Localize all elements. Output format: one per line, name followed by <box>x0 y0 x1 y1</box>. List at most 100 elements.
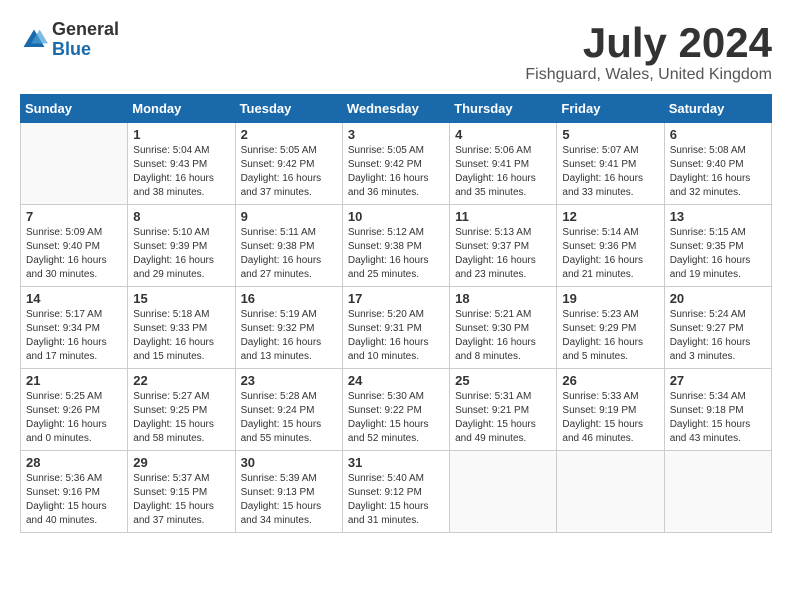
calendar-cell: 26Sunrise: 5:33 AM Sunset: 9:19 PM Dayli… <box>557 369 664 451</box>
day-number: 30 <box>241 455 337 470</box>
day-number: 22 <box>133 373 229 388</box>
weekday-header-row: SundayMondayTuesdayWednesdayThursdayFrid… <box>21 95 772 123</box>
logo-icon <box>20 26 48 54</box>
day-info: Sunrise: 5:14 AM Sunset: 9:36 PM Dayligh… <box>562 226 658 282</box>
day-info: Sunrise: 5:25 AM Sunset: 9:26 PM Dayligh… <box>26 390 122 446</box>
day-number: 14 <box>26 291 122 306</box>
calendar-cell: 16Sunrise: 5:19 AM Sunset: 9:32 PM Dayli… <box>235 287 342 369</box>
calendar-cell: 14 Sunrise: 5:17 AM Sunset: 9:34 PM Dayli… <box>21 287 128 369</box>
day-info: Sunrise: 5:10 AM Sunset: 9:39 PM Dayligh… <box>133 226 229 282</box>
day-info: Sunrise: 5:15 AM Sunset: 9:35 PM Dayligh… <box>670 226 766 282</box>
weekday-header-thursday: Thursday <box>450 95 557 123</box>
calendar: SundayMondayTuesdayWednesdayThursdayFrid… <box>20 94 772 533</box>
day-number: 26 <box>562 373 658 388</box>
calendar-cell: 20 Sunrise: 5:24 AM Sunset: 9:27 PM Dayli… <box>664 287 771 369</box>
day-number: 24 <box>348 373 444 388</box>
day-number: 8 <box>133 209 229 224</box>
day-info: Sunrise: 5:08 AM Sunset: 9:40 PM Dayligh… <box>670 144 766 200</box>
calendar-cell: 4Sunrise: 5:06 AM Sunset: 9:41 PM Daylig… <box>450 123 557 205</box>
month-title: July 2024 <box>525 20 772 66</box>
calendar-cell: 23 Sunrise: 5:28 AM Sunset: 9:24 PM Dayli… <box>235 369 342 451</box>
day-number: 17 <box>348 291 444 306</box>
calendar-cell: 12 Sunrise: 5:14 AM Sunset: 9:36 PM Dayli… <box>557 205 664 287</box>
day-number: 9 <box>241 209 337 224</box>
weekday-header-tuesday: Tuesday <box>235 95 342 123</box>
calendar-cell: 2 Sunrise: 5:05 AM Sunset: 9:42 PM Daylig… <box>235 123 342 205</box>
logo-text: General Blue <box>52 20 119 60</box>
week-row-5: 28Sunrise: 5:36 AM Sunset: 9:16 PM Dayli… <box>21 451 772 533</box>
day-info: Sunrise: 5:23 AM Sunset: 9:29 PM Dayligh… <box>562 308 658 364</box>
day-number: 19 <box>562 291 658 306</box>
calendar-cell: 19 Sunrise: 5:23 AM Sunset: 9:29 PM Dayli… <box>557 287 664 369</box>
day-number: 7 <box>26 209 122 224</box>
title-block: July 2024 Fishguard, Wales, United Kingd… <box>525 20 772 84</box>
calendar-cell: 17 Sunrise: 5:20 AM Sunset: 9:31 PM Dayli… <box>342 287 449 369</box>
day-number: 4 <box>455 127 551 142</box>
calendar-cell: 31Sunrise: 5:40 AM Sunset: 9:12 PM Dayli… <box>342 451 449 533</box>
calendar-cell: 15 Sunrise: 5:18 AM Sunset: 9:33 PM Dayli… <box>128 287 235 369</box>
day-number: 2 <box>241 127 337 142</box>
calendar-cell: 10 Sunrise: 5:12 AM Sunset: 9:38 PM Dayli… <box>342 205 449 287</box>
calendar-cell: 27Sunrise: 5:34 AM Sunset: 9:18 PM Dayli… <box>664 369 771 451</box>
week-row-4: 21Sunrise: 5:25 AM Sunset: 9:26 PM Dayli… <box>21 369 772 451</box>
week-row-2: 7 Sunrise: 5:09 AM Sunset: 9:40 PM Daylig… <box>21 205 772 287</box>
day-info: Sunrise: 5:20 AM Sunset: 9:31 PM Dayligh… <box>348 308 444 364</box>
day-info: Sunrise: 5:12 AM Sunset: 9:38 PM Dayligh… <box>348 226 444 282</box>
calendar-cell: 6 Sunrise: 5:08 AM Sunset: 9:40 PM Daylig… <box>664 123 771 205</box>
day-info: Sunrise: 5:24 AM Sunset: 9:27 PM Dayligh… <box>670 308 766 364</box>
weekday-header-friday: Friday <box>557 95 664 123</box>
day-info: Sunrise: 5:37 AM Sunset: 9:15 PM Dayligh… <box>133 472 229 528</box>
day-number: 25 <box>455 373 551 388</box>
day-number: 3 <box>348 127 444 142</box>
day-number: 13 <box>670 209 766 224</box>
day-info: Sunrise: 5:18 AM Sunset: 9:33 PM Dayligh… <box>133 308 229 364</box>
calendar-cell: 24 Sunrise: 5:30 AM Sunset: 9:22 PM Dayli… <box>342 369 449 451</box>
logo-general: General <box>52 19 119 39</box>
calendar-cell: 5Sunrise: 5:07 AM Sunset: 9:41 PM Daylig… <box>557 123 664 205</box>
calendar-cell: 7 Sunrise: 5:09 AM Sunset: 9:40 PM Daylig… <box>21 205 128 287</box>
day-number: 23 <box>241 373 337 388</box>
weekday-header-monday: Monday <box>128 95 235 123</box>
calendar-cell <box>557 451 664 533</box>
calendar-cell: 21Sunrise: 5:25 AM Sunset: 9:26 PM Dayli… <box>21 369 128 451</box>
day-info: Sunrise: 5:13 AM Sunset: 9:37 PM Dayligh… <box>455 226 551 282</box>
day-info: Sunrise: 5:11 AM Sunset: 9:38 PM Dayligh… <box>241 226 337 282</box>
day-number: 11 <box>455 209 551 224</box>
day-number: 6 <box>670 127 766 142</box>
calendar-cell: 28Sunrise: 5:36 AM Sunset: 9:16 PM Dayli… <box>21 451 128 533</box>
calendar-cell: 3Sunrise: 5:05 AM Sunset: 9:42 PM Daylig… <box>342 123 449 205</box>
day-info: Sunrise: 5:19 AM Sunset: 9:32 PM Dayligh… <box>241 308 337 364</box>
day-info: Sunrise: 5:09 AM Sunset: 9:40 PM Dayligh… <box>26 226 122 282</box>
day-info: Sunrise: 5:31 AM Sunset: 9:21 PM Dayligh… <box>455 390 551 446</box>
day-info: Sunrise: 5:04 AM Sunset: 9:43 PM Dayligh… <box>133 144 229 200</box>
calendar-cell: 1Sunrise: 5:04 AM Sunset: 9:43 PM Daylig… <box>128 123 235 205</box>
location: Fishguard, Wales, United Kingdom <box>525 66 772 84</box>
day-number: 29 <box>133 455 229 470</box>
week-row-1: 1Sunrise: 5:04 AM Sunset: 9:43 PM Daylig… <box>21 123 772 205</box>
logo-blue: Blue <box>52 39 91 59</box>
day-info: Sunrise: 5:17 AM Sunset: 9:34 PM Dayligh… <box>26 308 122 364</box>
day-number: 20 <box>670 291 766 306</box>
day-info: Sunrise: 5:05 AM Sunset: 9:42 PM Dayligh… <box>241 144 337 200</box>
calendar-cell: 30Sunrise: 5:39 AM Sunset: 9:13 PM Dayli… <box>235 451 342 533</box>
week-row-3: 14 Sunrise: 5:17 AM Sunset: 9:34 PM Dayli… <box>21 287 772 369</box>
calendar-cell: 11 Sunrise: 5:13 AM Sunset: 9:37 PM Dayli… <box>450 205 557 287</box>
day-info: Sunrise: 5:27 AM Sunset: 9:25 PM Dayligh… <box>133 390 229 446</box>
page-header: General Blue July 2024 Fishguard, Wales,… <box>20 20 772 84</box>
day-number: 10 <box>348 209 444 224</box>
calendar-cell <box>450 451 557 533</box>
day-number: 12 <box>562 209 658 224</box>
day-number: 18 <box>455 291 551 306</box>
day-info: Sunrise: 5:34 AM Sunset: 9:18 PM Dayligh… <box>670 390 766 446</box>
calendar-cell <box>21 123 128 205</box>
day-info: Sunrise: 5:30 AM Sunset: 9:22 PM Dayligh… <box>348 390 444 446</box>
day-number: 5 <box>562 127 658 142</box>
calendar-cell: 22 Sunrise: 5:27 AM Sunset: 9:25 PM Dayli… <box>128 369 235 451</box>
day-info: Sunrise: 5:28 AM Sunset: 9:24 PM Dayligh… <box>241 390 337 446</box>
day-number: 15 <box>133 291 229 306</box>
calendar-cell: 8 Sunrise: 5:10 AM Sunset: 9:39 PM Daylig… <box>128 205 235 287</box>
calendar-cell: 18Sunrise: 5:21 AM Sunset: 9:30 PM Dayli… <box>450 287 557 369</box>
calendar-cell: 25 Sunrise: 5:31 AM Sunset: 9:21 PM Dayli… <box>450 369 557 451</box>
calendar-cell: 13 Sunrise: 5:15 AM Sunset: 9:35 PM Dayli… <box>664 205 771 287</box>
weekday-header-wednesday: Wednesday <box>342 95 449 123</box>
